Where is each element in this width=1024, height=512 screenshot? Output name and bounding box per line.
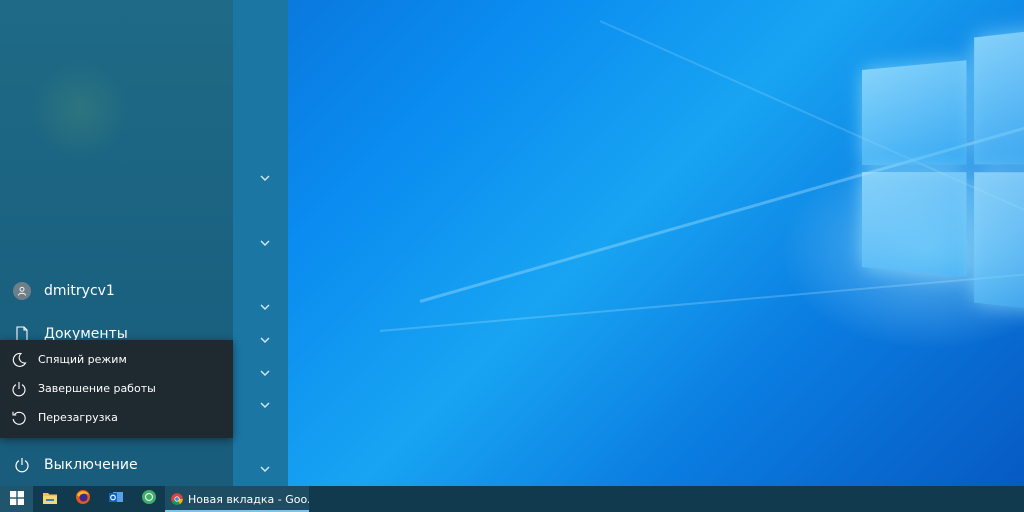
start-power-button[interactable]: Выключение	[0, 445, 233, 485]
outlook-icon	[108, 489, 124, 509]
start-button[interactable]	[0, 486, 33, 512]
chevron-down-icon[interactable]	[258, 236, 272, 250]
chevron-down-icon[interactable]	[258, 171, 272, 185]
power-icon	[0, 457, 44, 473]
shutdown-label: Завершение работы	[38, 382, 156, 395]
logo-pane	[974, 172, 1024, 314]
taskbar-chrome-window[interactable]: Новая вкладка - Goo...	[165, 486, 309, 512]
user-name: dmitrycv1	[44, 283, 115, 299]
file-explorer-icon	[42, 490, 58, 509]
power-label: Выключение	[44, 457, 138, 473]
app-icon	[141, 489, 157, 509]
taskbar: Новая вкладка - Goo...	[0, 486, 1024, 512]
logo-pane	[862, 60, 967, 165]
shutdown-menu-item[interactable]: Завершение работы	[0, 374, 233, 403]
windows-start-icon	[9, 490, 24, 509]
restart-label: Перезагрузка	[38, 411, 118, 424]
chevron-down-icon[interactable]	[258, 366, 272, 380]
start-user-account[interactable]: dmitrycv1	[0, 271, 233, 311]
power-flyout-menu: Спящий режим Завершение работы Перезагру…	[0, 340, 233, 438]
taskbar-app[interactable]	[132, 486, 165, 512]
firefox-icon	[75, 489, 91, 509]
chevron-down-icon[interactable]	[258, 300, 272, 314]
chevron-down-icon[interactable]	[258, 333, 272, 347]
restart-icon	[0, 410, 38, 426]
windows-logo-wallpaper	[862, 26, 1024, 314]
desktop: dmitrycv1 Документы Выключение Спящий ре…	[0, 0, 1024, 512]
sleep-menu-item[interactable]: Спящий режим	[0, 345, 233, 374]
logo-pane	[862, 172, 967, 277]
chevron-down-icon[interactable]	[258, 398, 272, 412]
avatar	[13, 282, 31, 300]
taskbar-firefox[interactable]	[66, 486, 99, 512]
moon-icon	[0, 352, 38, 368]
user-icon	[0, 282, 44, 300]
taskbar-file-explorer[interactable]	[33, 486, 66, 512]
chevron-down-icon[interactable]	[258, 462, 272, 476]
task-title: Новая вкладка - Goo...	[188, 492, 309, 506]
logo-pane	[974, 26, 1024, 165]
power-icon	[0, 381, 38, 397]
sleep-label: Спящий режим	[38, 353, 127, 366]
restart-menu-item[interactable]: Перезагрузка	[0, 403, 233, 432]
taskbar-outlook[interactable]	[99, 486, 132, 512]
chrome-icon	[171, 493, 183, 505]
